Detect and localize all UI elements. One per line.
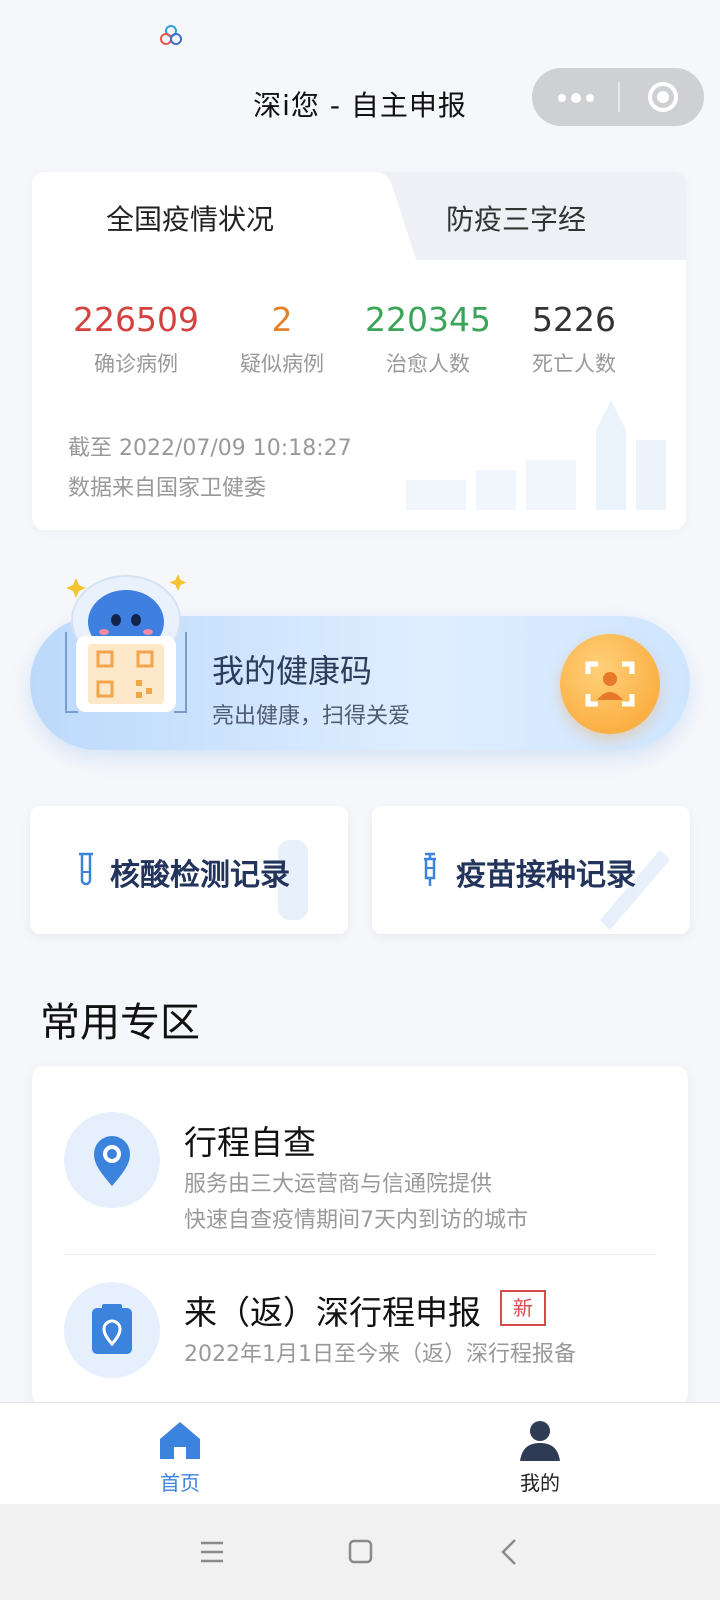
app-logo-icon <box>160 25 182 45</box>
divider <box>64 1254 656 1255</box>
epidemic-stats-card: 全国疫情状况 防疫三字经 226509 确诊病例 2 疑似病例 220345 治… <box>32 172 686 530</box>
home-square-icon[interactable] <box>340 1532 380 1572</box>
close-capsule-icon[interactable] <box>620 68 704 126</box>
tab-home[interactable]: 首页 <box>120 1413 240 1499</box>
stat-label: 死亡人数 <box>532 352 616 376</box>
stat-value: 220345 <box>365 300 491 339</box>
tab-national-status[interactable]: 全国疫情状况 <box>106 198 274 238</box>
stat-recovered: 220345 治愈人数 <box>348 300 508 378</box>
stat-label: 确诊病例 <box>94 352 178 376</box>
location-pin-icon <box>94 1136 130 1186</box>
stat-value: 226509 <box>73 300 199 339</box>
stat-suspected: 2 疑似病例 <box>202 300 362 378</box>
vaccine-record-card[interactable]: 疫苗接种记录 <box>372 806 690 934</box>
update-time: 截至 2022/07/09 10:18:27 <box>68 436 352 461</box>
mini-program-capsule <box>532 68 704 126</box>
face-scan-button[interactable] <box>560 634 660 734</box>
item-desc-line-2: 快速自查疫情期间7天内到访的城市 <box>184 1208 528 1233</box>
stat-confirmed: 226509 确诊病例 <box>56 300 216 378</box>
clipboard-location-icon <box>92 1304 132 1354</box>
stat-label: 疑似病例 <box>240 352 324 376</box>
new-badge: 新 <box>500 1290 546 1326</box>
stat-value: 5226 <box>532 300 616 339</box>
face-scan-icon <box>585 661 635 707</box>
bottom-tab-bar: 首页 我的 <box>0 1402 720 1504</box>
stat-deaths: 5226 死亡人数 <box>494 300 654 378</box>
test-tube-icon <box>79 852 93 886</box>
stats-tab-bar: 全国疫情状况 防疫三字经 <box>32 172 686 260</box>
item-desc-line-1: 服务由三大运营商与信通院提供 <box>184 1172 493 1197</box>
system-navigation-bar <box>0 1504 720 1600</box>
health-code-subtitle: 亮出健康，扫得关爱 <box>212 704 411 729</box>
tab-label: 我的 <box>520 1471 560 1495</box>
section-title: 常用专区 <box>40 1000 200 1046</box>
nucleic-test-record-card[interactable]: 核酸检测记录 <box>30 806 348 934</box>
health-code-title: 我的健康码 <box>212 652 373 690</box>
common-services-list: 行程自查 服务由三大运营商与信通院提供 快速自查疫情期间7天内到访的城市 来（返… <box>32 1066 688 1406</box>
item-title: 行程自查 <box>184 1123 316 1162</box>
nucleic-test-label: 核酸检测记录 <box>110 858 290 893</box>
mascot-icon <box>65 574 187 713</box>
tab-me[interactable]: 我的 <box>480 1413 600 1499</box>
city-skyline-illustration <box>406 400 666 510</box>
vaccine-record-label: 疫苗接种记录 <box>456 858 636 893</box>
header-bar: 深i您 - 自主申报 <box>0 62 720 146</box>
item-title: 来（返）深行程申报 <box>184 1293 481 1332</box>
home-icon <box>160 1422 200 1459</box>
menu-icon[interactable] <box>192 1532 232 1572</box>
more-icon[interactable] <box>532 68 618 126</box>
tab-prevention-rhymes[interactable]: 防疫三字经 <box>446 198 586 238</box>
stat-value: 2 <box>271 300 293 339</box>
back-icon[interactable] <box>490 1532 530 1572</box>
user-icon <box>520 1421 560 1461</box>
item-desc-line-1: 2022年1月1日至今来（返）深行程报备 <box>184 1342 576 1367</box>
tab-label: 首页 <box>160 1471 200 1495</box>
stat-label: 治愈人数 <box>386 352 470 376</box>
syringe-icon <box>424 852 436 886</box>
data-source: 数据来自国家卫健委 <box>68 476 267 501</box>
